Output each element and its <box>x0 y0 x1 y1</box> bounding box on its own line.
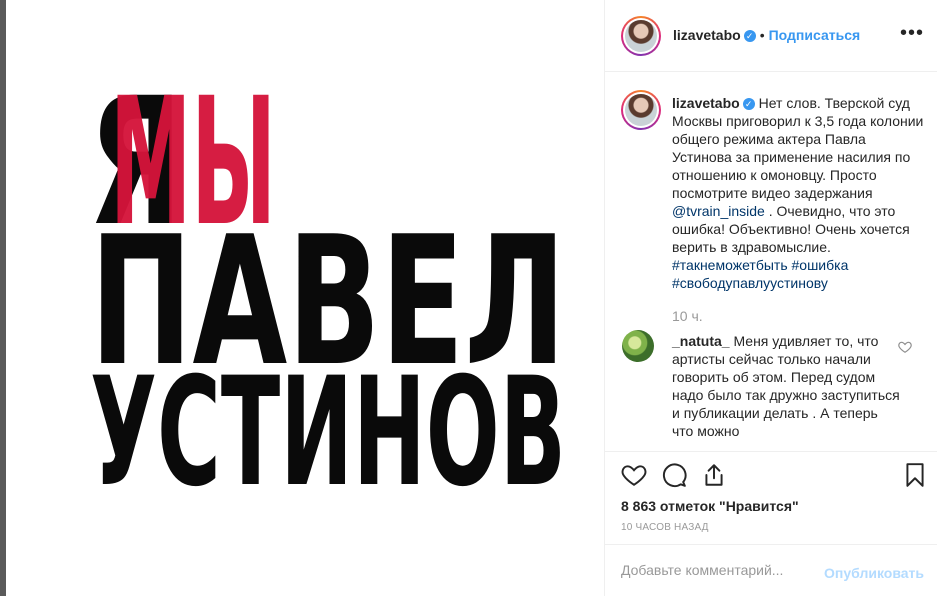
comment-icon[interactable] <box>661 462 687 488</box>
comment-username[interactable]: _natuta_ <box>672 333 730 349</box>
post-timestamp[interactable]: 10 ЧАСОВ НАЗАД <box>621 522 709 533</box>
post-header: lizavetabo ✓ • Подписаться ••• <box>605 0 937 72</box>
caption-author-avatar[interactable] <box>621 90 661 130</box>
caption-hashtag[interactable]: #свободупавлуустинову <box>672 275 828 291</box>
verified-badge-icon: ✓ <box>742 98 755 111</box>
bookmark-icon[interactable] <box>902 462 928 488</box>
post-sidebar: lizavetabo ✓ • Подписаться ••• lizavetabo ✓ … <box>604 0 937 596</box>
post-actions: 8 863 отметок "Нравится" 10 ЧАСОВ НАЗАД <box>605 451 937 543</box>
poster-graphic: Я МЫ ПАВЕЛ УСТИНОВ <box>88 60 566 520</box>
follow-button[interactable]: Подписаться <box>769 27 861 43</box>
add-comment-bar: Опубликовать <box>605 544 937 596</box>
caption-username[interactable]: lizavetabo <box>672 95 740 111</box>
comment-like-icon[interactable] <box>898 340 912 354</box>
header-separator: • <box>759 27 765 43</box>
poster-word-ustinov: УСТИНОВ <box>90 346 566 520</box>
share-icon[interactable] <box>701 462 727 488</box>
post-image[interactable]: Я МЫ ПАВЕЛ УСТИНОВ <box>6 0 604 596</box>
more-options-icon[interactable]: ••• <box>900 22 924 45</box>
author-username[interactable]: lizavetabo <box>673 27 741 43</box>
caption-mention[interactable]: @tvrain_inside <box>672 203 765 219</box>
author-avatar[interactable] <box>621 16 661 56</box>
comment-input[interactable] <box>621 562 821 578</box>
publish-button[interactable]: Опубликовать <box>824 565 924 581</box>
verified-badge-icon: ✓ <box>743 30 756 43</box>
comments-area: lizavetabo ✓ Нет слов. Тверской суд Москв… <box>605 73 937 451</box>
commenter-avatar[interactable] <box>622 330 654 362</box>
post-caption: lizavetabo ✓ Нет слов. Тверской суд Москв… <box>672 94 924 292</box>
heart-icon[interactable] <box>621 462 647 488</box>
caption-hashtag[interactable]: #ошибка <box>792 257 849 273</box>
comment-item: _natuta_ Меня удивляет то, что артисты с… <box>672 332 902 440</box>
likes-count[interactable]: 8 863 отметок "Нравится" <box>621 498 799 514</box>
caption-time[interactable]: 10 ч. <box>672 308 703 324</box>
caption-hashtag[interactable]: #такнеможетбыть <box>672 257 788 273</box>
